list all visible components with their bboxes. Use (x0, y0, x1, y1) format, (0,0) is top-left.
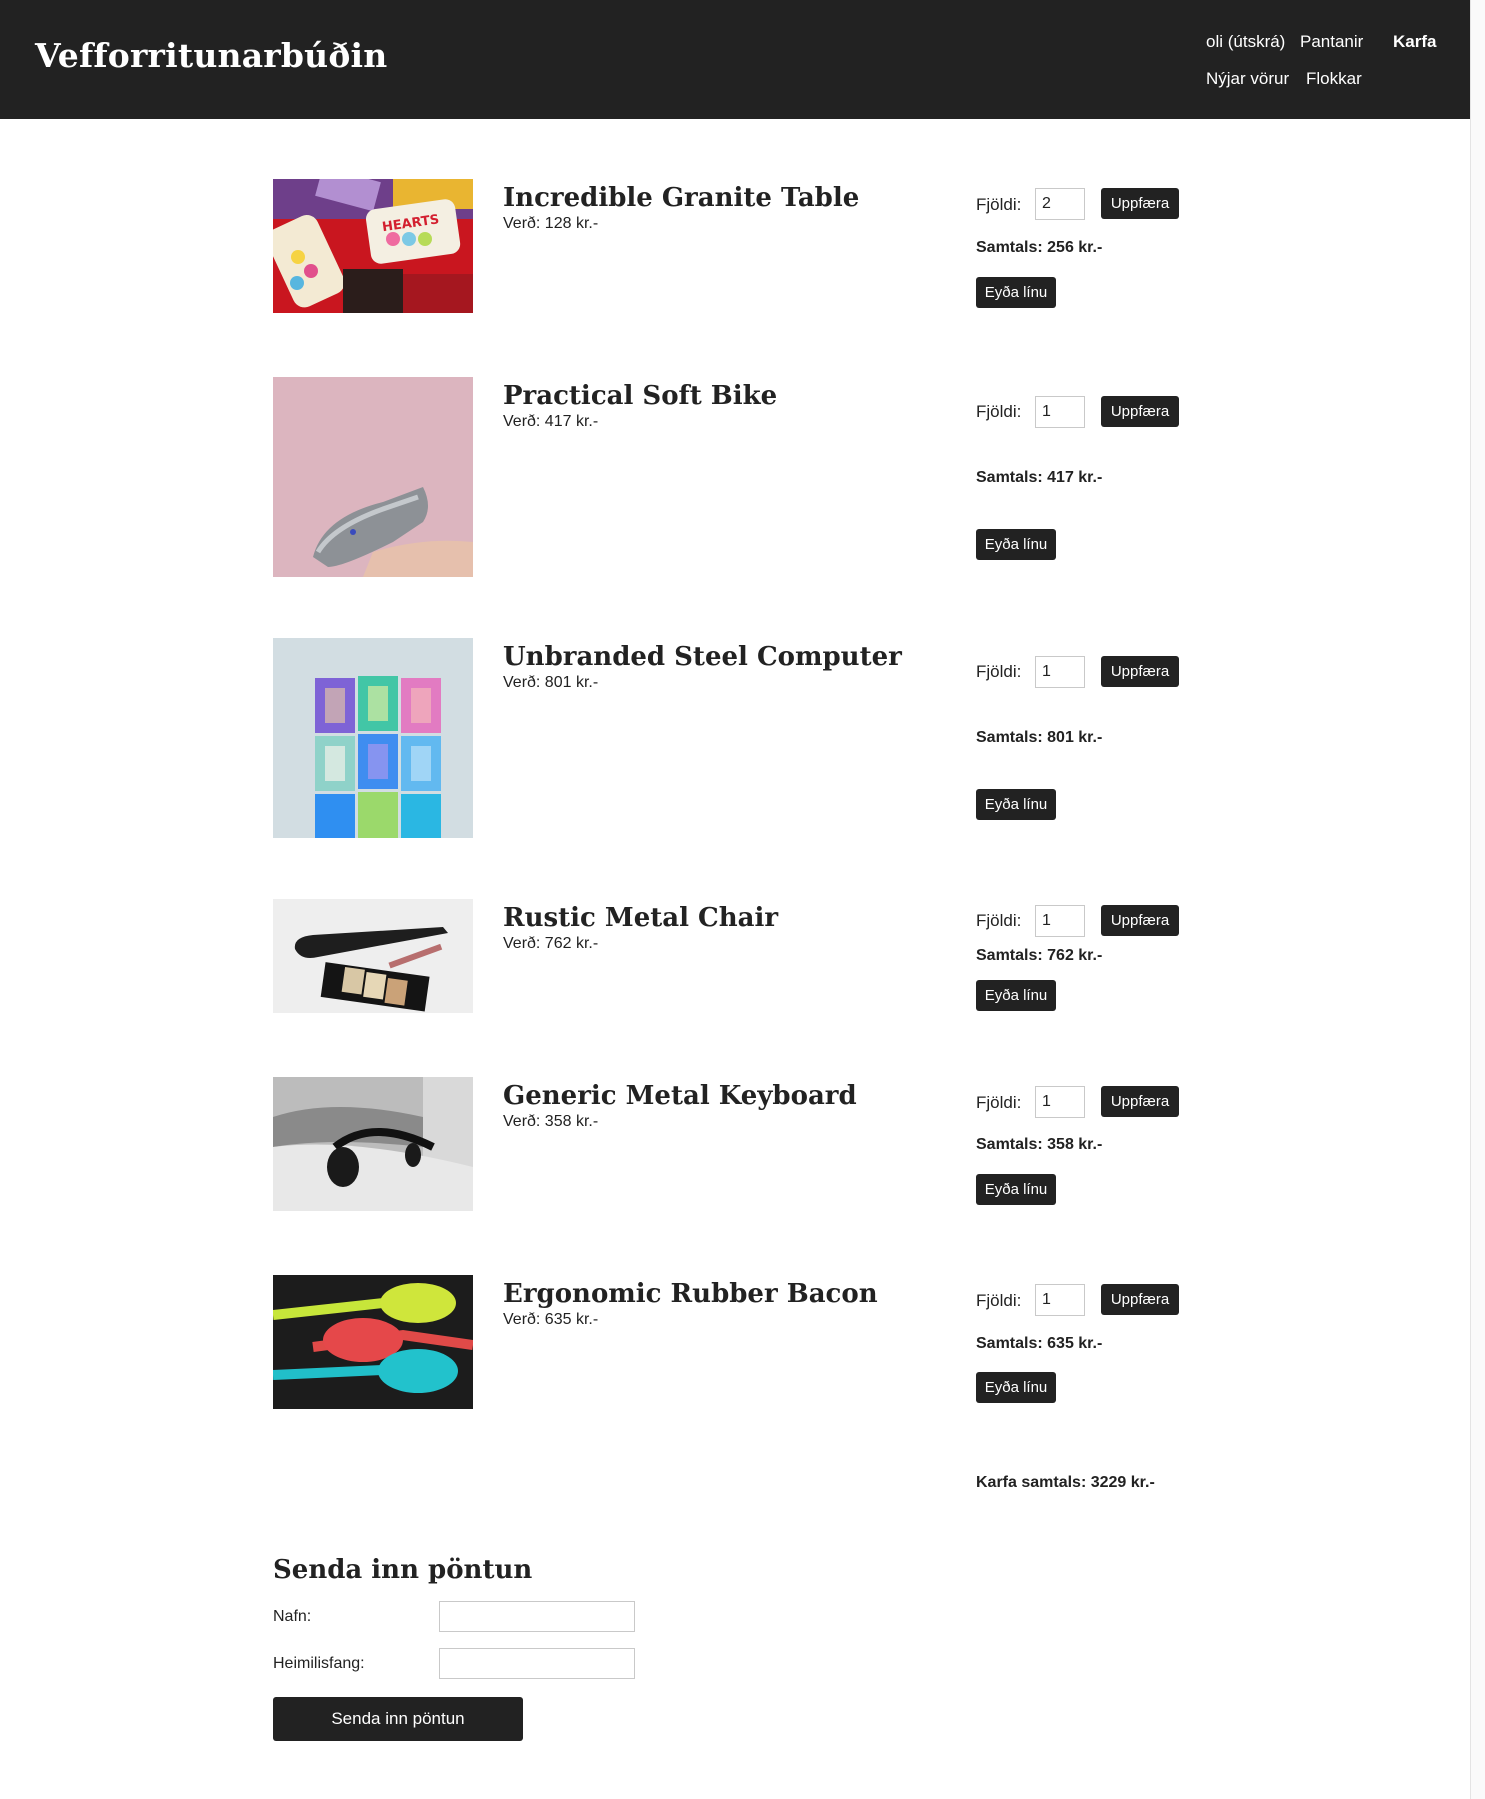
product-price: Verð: 128 kr.- (503, 215, 599, 232)
quantity-label: Fjöldi: (976, 1291, 1022, 1310)
line-total: Samtals: 762 kr.- (976, 947, 1103, 964)
delete-line-button[interactable]: Eyða línu (976, 277, 1056, 308)
site-title-link[interactable]: Vefforritunarbúðin (35, 36, 388, 75)
line-total: Samtals: 256 kr.- (976, 239, 1103, 256)
product-price: Verð: 417 kr.- (503, 413, 599, 430)
product-name[interactable]: Practical Soft Bike (503, 381, 777, 411)
product-price: Verð: 635 kr.- (503, 1311, 599, 1328)
address-input[interactable] (439, 1648, 635, 1679)
product-name[interactable]: Incredible Granite Table (503, 183, 859, 213)
quantity-input[interactable] (1035, 188, 1085, 220)
cart-item: Unbranded Steel Computer Verð: 801 kr.- … (273, 638, 1193, 838)
spoons-photo[interactable] (273, 1275, 473, 1409)
headphones-photo[interactable] (273, 1077, 473, 1211)
hair-dryer-photo[interactable] (273, 377, 473, 577)
order-form-heading: Senda inn pöntun (273, 1555, 533, 1585)
cart-item: Practical Soft Bike Verð: 417 kr.- Fjöld… (273, 377, 1193, 577)
nav-logout-link[interactable]: oli (útskrá) (1206, 32, 1285, 52)
submit-order-button[interactable]: Senda inn pöntun (273, 1697, 523, 1741)
nav-orders-link[interactable]: Pantanir (1300, 32, 1363, 52)
nav-categories-link[interactable]: Flokkar (1306, 69, 1362, 89)
product-name[interactable]: Generic Metal Keyboard (503, 1081, 857, 1111)
nav-cart-link[interactable]: Karfa (1393, 32, 1436, 52)
quantity-input[interactable] (1035, 1284, 1085, 1316)
cart-item: Generic Metal Keyboard Verð: 358 kr.- Fj… (273, 1077, 1193, 1212)
candy-photo[interactable]: HEARTS (273, 179, 473, 313)
colorful-boxes-photo[interactable] (273, 638, 473, 838)
update-button[interactable]: Uppfæra (1101, 905, 1179, 936)
update-button[interactable]: Uppfæra (1101, 396, 1179, 427)
product-name[interactable]: Unbranded Steel Computer (503, 642, 902, 672)
line-total: Samtals: 417 kr.- (976, 469, 1103, 486)
update-button[interactable]: Uppfæra (1101, 1086, 1179, 1117)
line-total: Samtals: 801 kr.- (976, 729, 1103, 746)
quantity-label: Fjöldi: (976, 195, 1022, 214)
name-label: Nafn: (273, 1608, 312, 1625)
quantity-input[interactable] (1035, 396, 1085, 428)
quantity-input[interactable] (1035, 1086, 1085, 1118)
cart-item: Rustic Metal Chair Verð: 762 kr.- Fjöldi… (273, 899, 1193, 1014)
address-label: Heimilisfang: (273, 1655, 365, 1672)
cart-grand-total: Karfa samtals: 3229 kr.- (976, 1474, 1155, 1491)
product-price: Verð: 358 kr.- (503, 1113, 599, 1130)
hair-straightener-photo[interactable] (273, 899, 473, 1013)
delete-line-button[interactable]: Eyða línu (976, 980, 1056, 1011)
quantity-input[interactable] (1035, 656, 1085, 688)
quantity-label: Fjöldi: (976, 1093, 1022, 1112)
delete-line-button[interactable]: Eyða línu (976, 1372, 1056, 1403)
delete-line-button[interactable]: Eyða línu (976, 789, 1056, 820)
nav-new-products-link[interactable]: Nýjar vörur (1206, 69, 1289, 89)
quantity-label: Fjöldi: (976, 662, 1022, 681)
page-scrollbar[interactable] (1470, 0, 1485, 1799)
quantity-label: Fjöldi: (976, 911, 1022, 930)
product-name[interactable]: Ergonomic Rubber Bacon (503, 1279, 878, 1309)
line-total: Samtals: 358 kr.- (976, 1136, 1103, 1153)
cart-item: HEARTS Incredible Granite Table Verð: 12… (273, 179, 1193, 314)
product-price: Verð: 762 kr.- (503, 935, 599, 952)
name-input[interactable] (439, 1601, 635, 1632)
quantity-label: Fjöldi: (976, 402, 1022, 421)
site-header: Vefforritunarbúðin oli (útskrá) Pantanir… (0, 0, 1471, 119)
update-button[interactable]: Uppfæra (1101, 656, 1179, 687)
update-button[interactable]: Uppfæra (1101, 188, 1179, 219)
delete-line-button[interactable]: Eyða línu (976, 529, 1056, 560)
quantity-input[interactable] (1035, 905, 1085, 937)
cart-item: Ergonomic Rubber Bacon Verð: 635 kr.- Fj… (273, 1275, 1193, 1410)
product-price: Verð: 801 kr.- (503, 674, 599, 691)
update-button[interactable]: Uppfæra (1101, 1284, 1179, 1315)
product-name[interactable]: Rustic Metal Chair (503, 903, 778, 933)
delete-line-button[interactable]: Eyða línu (976, 1174, 1056, 1205)
line-total: Samtals: 635 kr.- (976, 1335, 1103, 1352)
